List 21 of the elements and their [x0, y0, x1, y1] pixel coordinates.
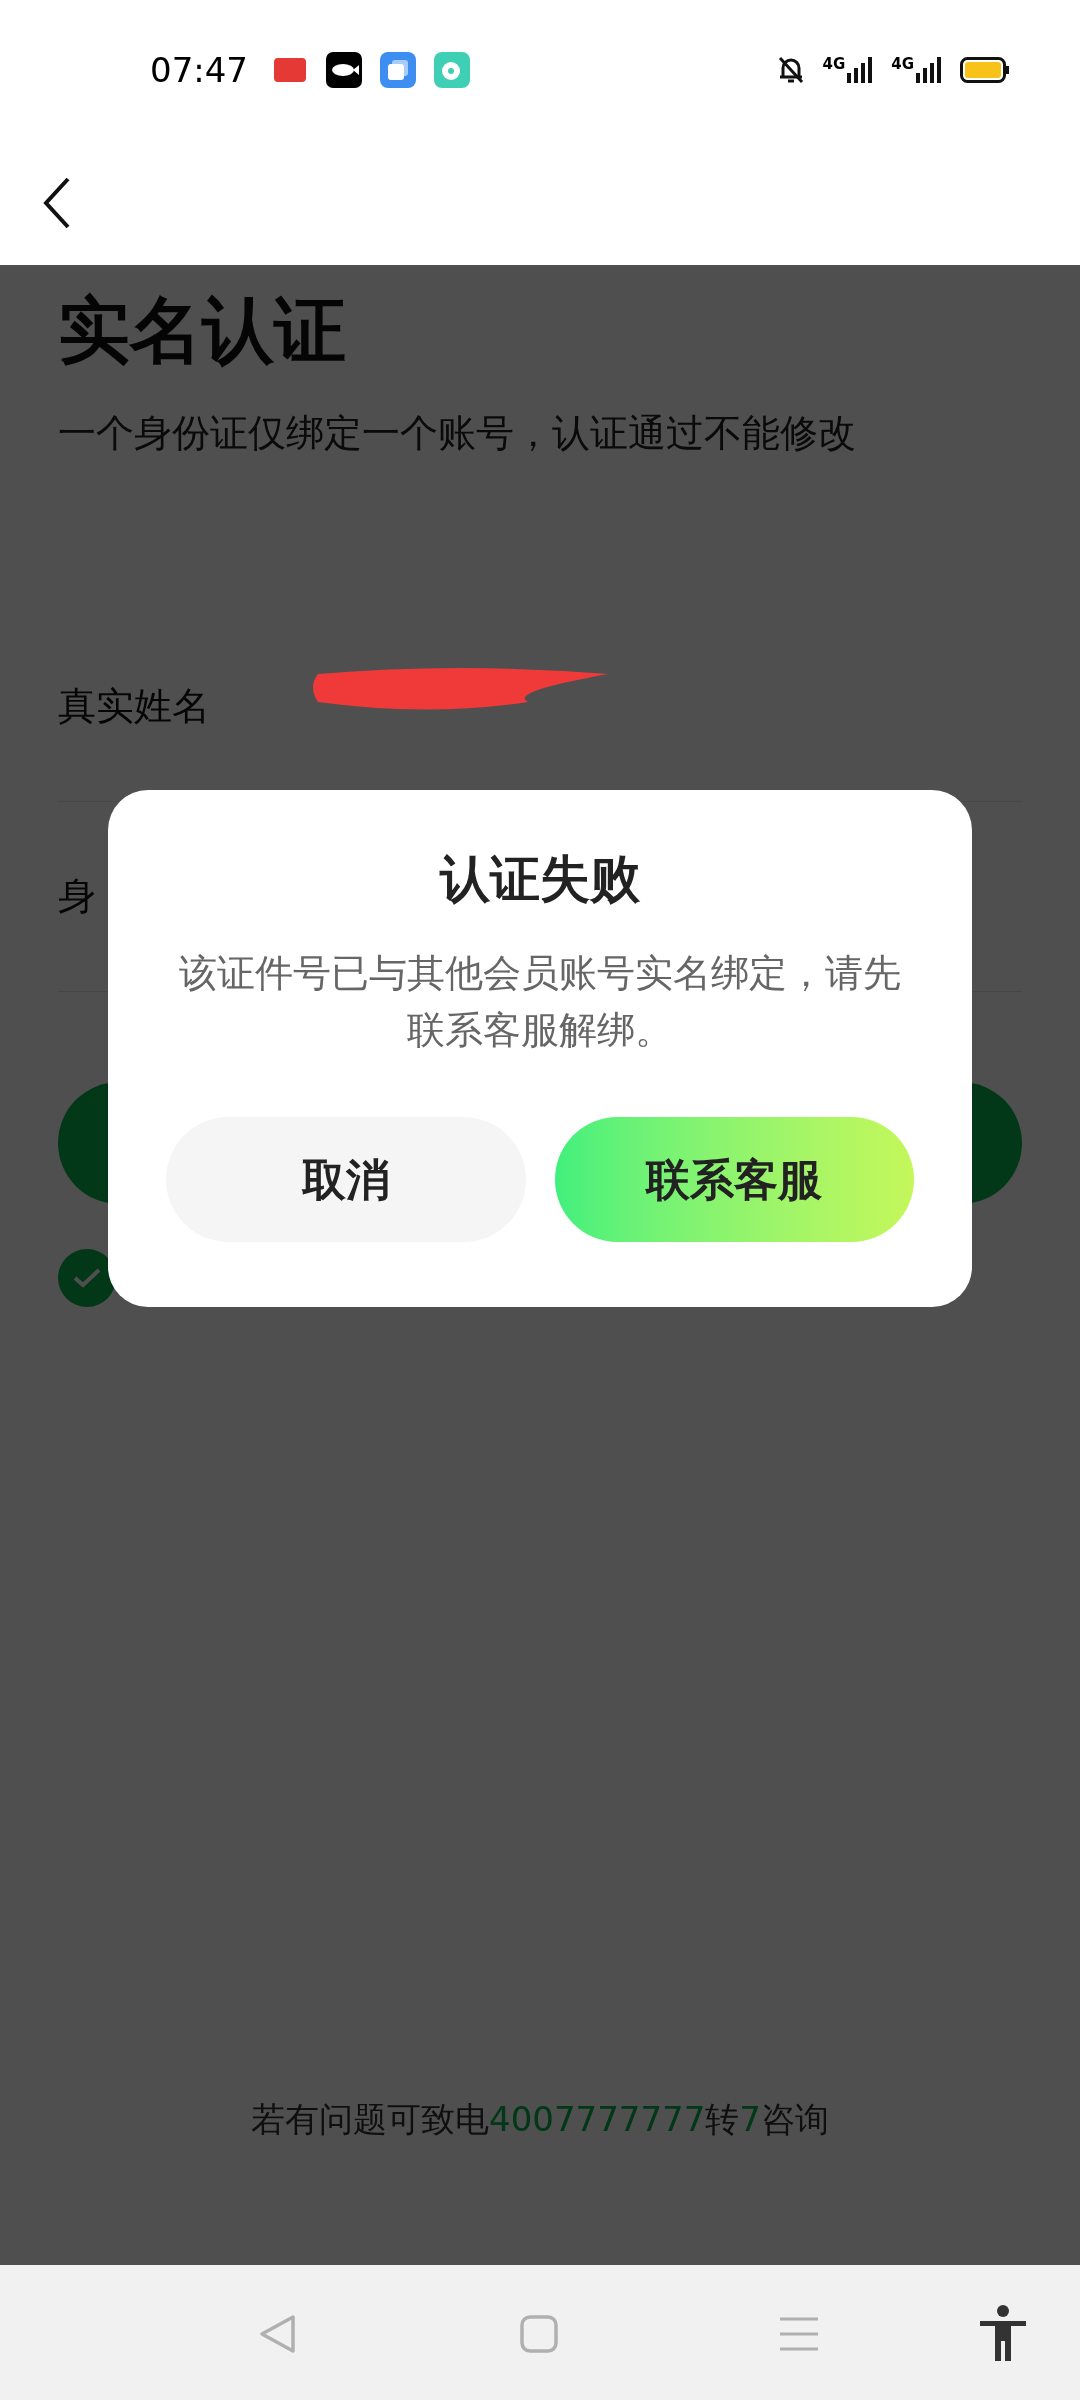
dialog-title: 认证失败	[440, 849, 640, 910]
page-title: 实名认证	[58, 287, 347, 374]
field-label: 真实姓名	[58, 683, 211, 730]
checkmark-icon	[72, 1267, 102, 1289]
page-subtitle: 一个身份证仅绑定一个账号，认证通过不能修改	[58, 410, 857, 457]
dialog-message: 该证件号已与其他会员账号实名绑定，请先联系客服解绑。	[178, 950, 902, 1054]
signal-icon	[916, 57, 942, 83]
fish-app-icon	[326, 52, 362, 88]
battery-icon	[960, 57, 1010, 83]
network-type-label: 4G	[891, 57, 914, 72]
help-hotline-text: 若有问题可致电4007777777转7咨询	[250, 2098, 830, 2141]
signal-icon	[847, 57, 874, 83]
cards-app-icon	[380, 52, 416, 88]
contact-support-button[interactable]: 联系客服	[554, 1117, 914, 1242]
music-app-icon	[434, 52, 470, 88]
bell-muted-icon	[776, 55, 805, 85]
status-time: 07:47	[150, 48, 248, 92]
accessibility-icon[interactable]	[978, 2305, 1028, 2361]
network-type-label: 4G	[822, 57, 846, 72]
field-label: 身	[58, 873, 97, 920]
cancel-button[interactable]: 取消	[166, 1117, 526, 1242]
